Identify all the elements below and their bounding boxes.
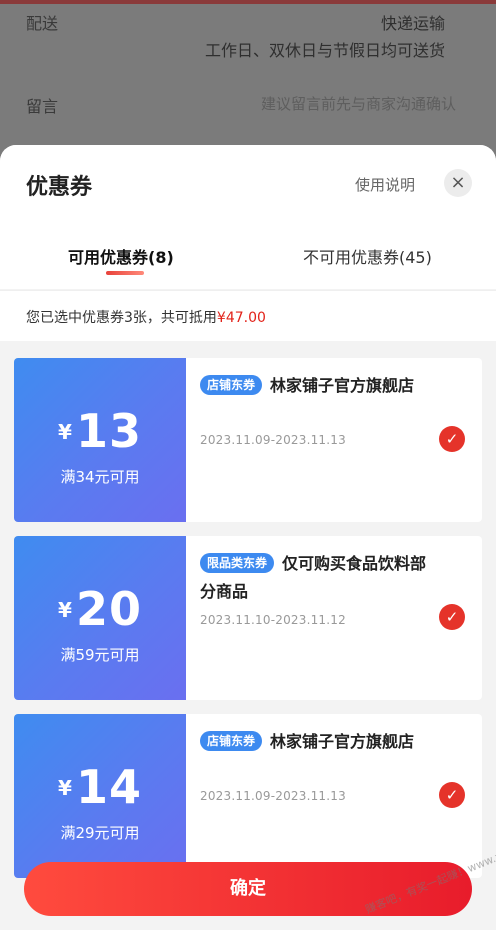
selection-summary: 您已选中优惠券3张，共可抵用¥47.00 [0,290,496,341]
coupon-tag: 限品类东券 [200,553,275,573]
note-input[interactable]: 建议留言前先与商家沟通确认 [261,93,456,114]
currency-symbol: ¥ [58,598,72,622]
coupon-value-panel: ¥13 满34元可用 [14,358,186,522]
checkmark-icon[interactable]: ✓ [439,782,465,808]
amount-value: 13 [75,404,142,458]
coupon-title-text: 林家铺子官方旗舰店 [270,732,415,751]
currency-symbol: ¥ [58,776,72,800]
coupon-condition: 满59元可用 [60,646,140,664]
delivery-label: 配送 [26,14,59,33]
delivery-time: 工作日、双休日与节假日均可送货 [204,41,445,60]
order-page-background: 配送 快递运输 工作日、双休日与节假日均可送货 留言 建议留言前先与商家沟通确认 [0,0,496,160]
amount-value: 14 [75,760,142,814]
top-accent-bar [0,0,496,4]
tab-unavailable-coupons[interactable]: 不可用优惠券(45) [303,244,432,268]
coupon-amount: ¥20 [14,582,186,636]
coupon-validity-date: 2023.11.10-2023.11.12 [200,613,346,627]
sheet-title: 优惠券 [26,175,93,200]
coupon-sheet: 优惠券 使用说明 × 可用优惠券(8) 不可用优惠券(45) 您已选中优惠券3张… [0,145,496,930]
coupon-tag: 店铺东券 [200,375,263,395]
checkmark-icon[interactable]: ✓ [439,426,465,452]
close-icon[interactable]: × [444,169,472,197]
amount-value: 20 [75,582,142,636]
currency-symbol: ¥ [58,420,72,444]
active-tab-indicator [106,271,144,275]
usage-instructions-link[interactable]: 使用说明 [355,174,415,195]
sheet-header: 优惠券 使用说明 × 可用优惠券(8) 不可用优惠券(45) [0,145,496,289]
summary-label: 您已选中优惠券3张，共可抵用 [26,310,217,326]
delivery-method: 快递运输 [380,14,445,33]
coupon-condition: 满29元可用 [60,824,140,842]
coupon-title-text: 林家铺子官方旗舰店 [270,376,415,395]
coupon-card[interactable]: ¥20 满59元可用 限品类东券 仅可购买食品饮料部分商品 2023.11.10-… [14,536,482,700]
coupon-card[interactable]: ¥13 满34元可用 店铺东券 林家铺子官方旗舰店 2023.11.09-2023… [14,358,482,522]
coupon-validity-date: 2023.11.09-2023.11.13 [200,789,346,803]
coupon-value-panel: ¥14 满29元可用 [14,714,186,878]
summary-amount: ¥47.00 [216,310,266,326]
coupon-card[interactable]: ¥14 满29元可用 店铺东券 林家铺子官方旗舰店 2023.11.09-2023… [14,714,482,878]
coupon-condition: 满34元可用 [60,468,140,486]
coupon-title: 店铺东券 林家铺子官方旗舰店 [200,728,436,756]
coupon-title: 店铺东券 林家铺子官方旗舰店 [200,372,436,400]
coupon-validity-date: 2023.11.09-2023.11.13 [200,433,346,447]
coupon-value-panel: ¥20 满59元可用 [14,536,186,700]
coupon-amount: ¥14 [14,760,186,814]
summary-text: 您已选中优惠券3张，共可抵用¥47.00 [26,307,266,327]
coupon-tag: 店铺东券 [200,731,263,751]
tab-available-coupons[interactable]: 可用优惠券(8) [68,244,174,268]
note-label: 留言 [26,97,59,116]
coupon-title: 限品类东券 仅可购买食品饮料部分商品 [200,550,436,606]
coupon-amount: ¥13 [14,404,186,458]
checkmark-icon[interactable]: ✓ [439,604,465,630]
